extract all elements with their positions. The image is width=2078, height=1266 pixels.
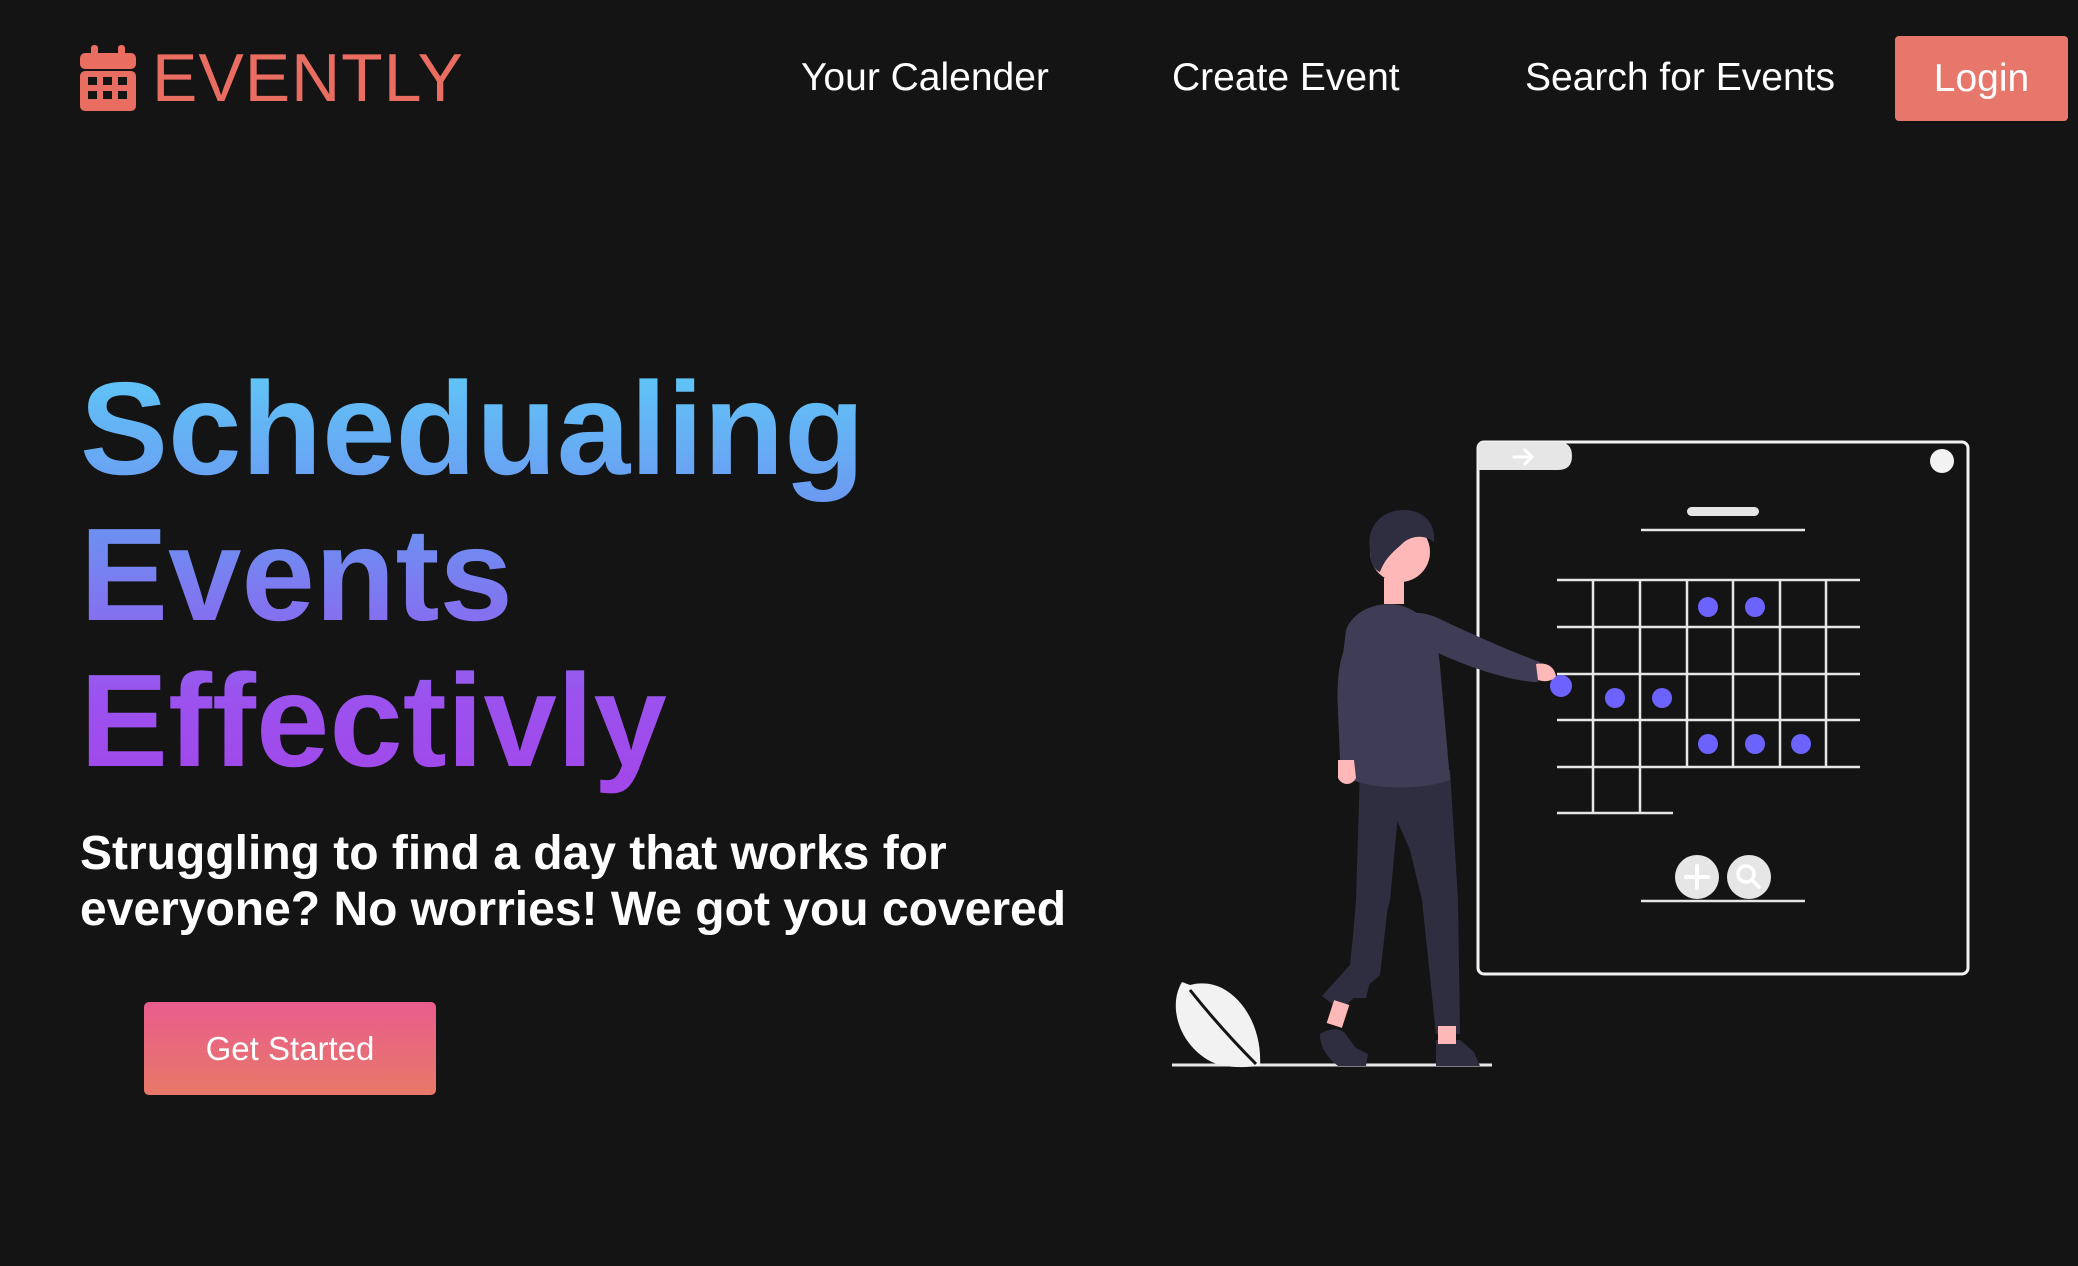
hero-title: Schedualing Events Effectivly — [80, 356, 980, 794]
login-button[interactable]: Login — [1895, 36, 2068, 121]
brand-name: EVENTLY — [152, 40, 464, 116]
get-started-button[interactable]: Get Started — [144, 1002, 436, 1095]
nav-link-search-events[interactable]: Search for Events — [1525, 50, 1835, 106]
navbar: EVENTLY Your Calender Create Event Searc… — [0, 0, 2078, 160]
person-illustration — [1320, 510, 1556, 1066]
hero-title-line-2: Events — [80, 501, 513, 648]
calendar-window — [1476, 440, 1970, 976]
hero-title-line-3: Effectivly — [80, 647, 667, 794]
calendar-icon — [80, 45, 136, 111]
brand-logo[interactable]: EVENTLY — [80, 40, 464, 116]
calendar-illustration — [1172, 440, 1970, 1068]
window-dot — [1930, 449, 1954, 473]
nav-link-create-event[interactable]: Create Event — [1172, 50, 1400, 106]
nav-link-your-calender[interactable]: Your Calender — [801, 50, 1049, 106]
event-dots — [1550, 597, 1811, 754]
hero-title-line-1: Schedualing — [80, 355, 865, 502]
plant-illustration — [1175, 982, 1261, 1068]
hero-subtitle: Struggling to find a day that works for … — [80, 827, 1067, 936]
